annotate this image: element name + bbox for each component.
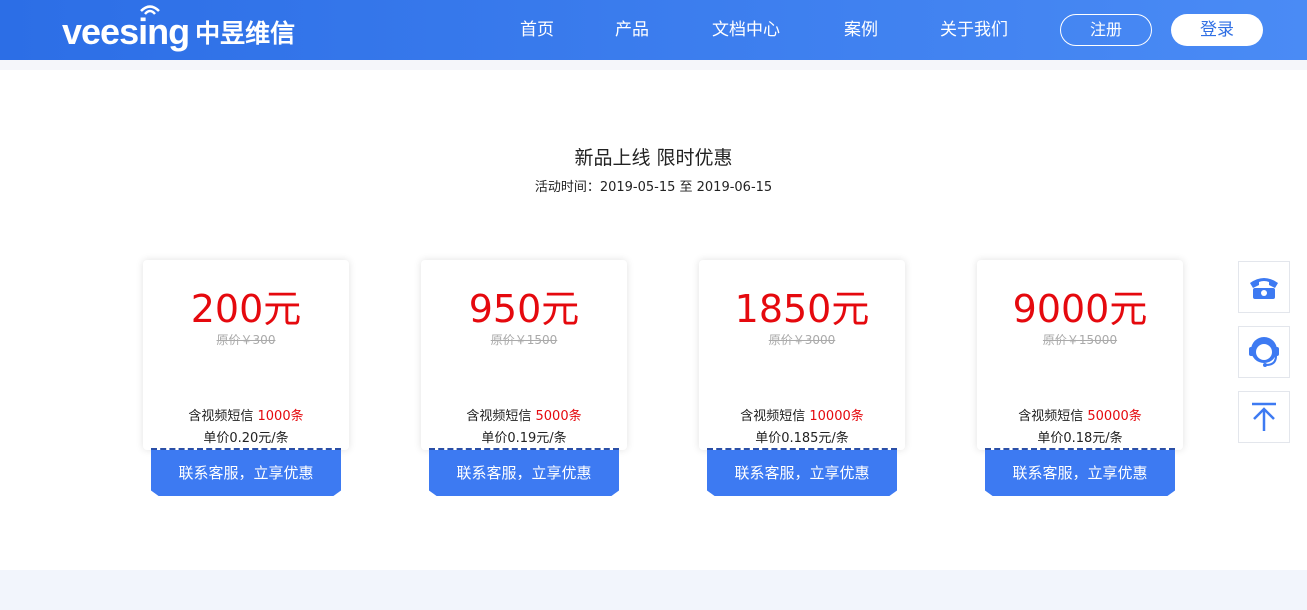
nav-cases[interactable]: 案例 bbox=[832, 0, 890, 60]
contact-service-button[interactable]: 联系客服，立享优惠 bbox=[429, 450, 619, 496]
back-to-top-icon bbox=[1252, 402, 1276, 431]
promo-title: 新品上线 限时优惠 bbox=[574, 147, 733, 169]
promo-period: 活动时间：2019-05-15 至 2019-06-15 bbox=[534, 180, 773, 195]
header-divider bbox=[0, 60, 1307, 70]
plan-price: 200元 bbox=[190, 287, 302, 331]
plan-includes-count: 5000条 bbox=[535, 409, 582, 424]
top-navbar: veesing 中昱维信 首页 产品 文档中心 案例 关于我们 注册 登录 bbox=[0, 0, 1307, 60]
veesing-logo[interactable]: veesing 中昱维信 bbox=[62, 5, 296, 56]
plan-unit-price: 单价0.185元/条 bbox=[755, 431, 849, 446]
contact-service-button[interactable]: 联系客服，立享优惠 bbox=[707, 450, 897, 496]
customer-service-icon bbox=[1249, 337, 1279, 367]
plan-card: 9000元 原价￥15000 含视频短信 50000条 单价0.18元/条 联系… bbox=[977, 260, 1183, 496]
plan-includes-label: 含视频短信 bbox=[740, 409, 810, 424]
logo-text-cn: 中昱维信 bbox=[195, 19, 296, 48]
plan-includes-count: 10000条 bbox=[809, 409, 864, 424]
plan-card-body: 950元 原价￥1500 含视频短信 5000条 单价0.19元/条 bbox=[421, 260, 627, 450]
plan-includes-label: 含视频短信 bbox=[1018, 409, 1088, 424]
plan-includes: 含视频短信 10000条 bbox=[699, 405, 905, 424]
plan-includes: 含视频短信 50000条 bbox=[977, 405, 1183, 424]
plan-original-price: 原价￥1500 bbox=[490, 333, 558, 347]
plan-price: 1850元 bbox=[734, 287, 870, 331]
plan-card: 1850元 原价￥3000 含视频短信 10000条 单价0.185元/条 联系… bbox=[699, 260, 905, 496]
plan-includes: 含视频短信 1000条 bbox=[143, 405, 349, 424]
nav-about[interactable]: 关于我们 bbox=[928, 0, 1020, 60]
plan-price: 950元 bbox=[468, 287, 580, 331]
plan-card-body: 200元 原价￥300 含视频短信 1000条 单价0.20元/条 bbox=[143, 260, 349, 450]
plan-unit-price: 单价0.20元/条 bbox=[203, 431, 289, 446]
phone-button[interactable] bbox=[1238, 261, 1290, 313]
customer-service-button[interactable] bbox=[1238, 326, 1290, 378]
logo-text-en: veesing bbox=[62, 11, 190, 52]
register-button[interactable]: 注册 bbox=[1060, 14, 1152, 46]
plan-includes-label: 含视频短信 bbox=[466, 409, 536, 424]
plan-includes-count: 1000条 bbox=[257, 409, 304, 424]
plan-card: 200元 原价￥300 含视频短信 1000条 单价0.20元/条 联系客服，立… bbox=[143, 260, 349, 496]
plan-original-price: 原价￥15000 bbox=[1042, 333, 1118, 347]
login-button[interactable]: 登录 bbox=[1171, 14, 1263, 46]
phone-icon bbox=[1250, 278, 1278, 299]
plan-original-price: 原价￥3000 bbox=[768, 333, 836, 347]
plan-card-body: 1850元 原价￥3000 含视频短信 10000条 单价0.185元/条 bbox=[699, 260, 905, 450]
plan-includes: 含视频短信 5000条 bbox=[421, 405, 627, 424]
plan-unit-price: 单价0.19元/条 bbox=[481, 431, 567, 446]
back-to-top-button[interactable] bbox=[1238, 391, 1290, 443]
nav-products[interactable]: 产品 bbox=[603, 0, 661, 60]
plan-price: 9000元 bbox=[1012, 287, 1148, 331]
plan-card-body: 9000元 原价￥15000 含视频短信 50000条 单价0.18元/条 bbox=[977, 260, 1183, 450]
contact-service-button[interactable]: 联系客服，立享优惠 bbox=[151, 450, 341, 496]
plan-unit-price: 单价0.18元/条 bbox=[1037, 431, 1123, 446]
plan-includes-label: 含视频短信 bbox=[188, 409, 258, 424]
contact-service-button[interactable]: 联系客服，立享优惠 bbox=[985, 450, 1175, 496]
footer-band bbox=[0, 570, 1307, 610]
plan-card: 950元 原价￥1500 含视频短信 5000条 单价0.19元/条 联系客服，… bbox=[421, 260, 627, 496]
nav-home[interactable]: 首页 bbox=[508, 0, 566, 60]
plan-includes-count: 50000条 bbox=[1087, 409, 1142, 424]
plan-original-price: 原价￥300 bbox=[216, 333, 276, 347]
nav-docs[interactable]: 文档中心 bbox=[700, 0, 792, 60]
